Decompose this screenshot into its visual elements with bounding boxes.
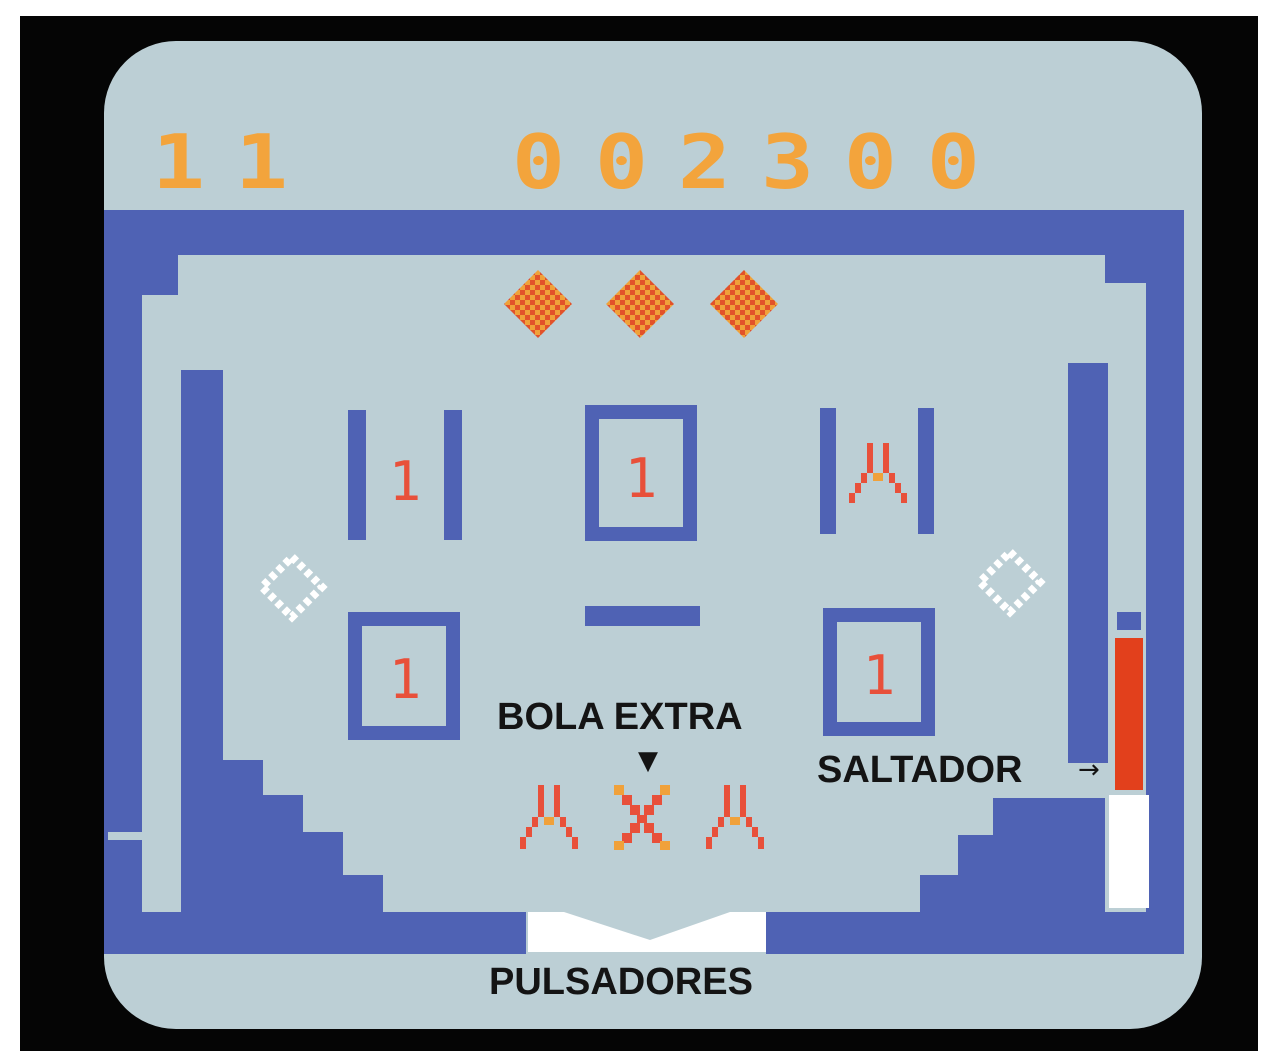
target-bottom-right-value: 1 [862, 644, 896, 707]
left-kicker-diamond [256, 551, 328, 623]
plunger-arrow: → [1078, 755, 1100, 785]
left-flipper[interactable] [528, 912, 650, 952]
center-bumper-bar [585, 606, 700, 626]
rollover-right-bar [918, 408, 934, 534]
target-bottom-left-value: 1 [388, 648, 422, 711]
plunger[interactable] [1115, 638, 1143, 790]
rollover-target-icon [849, 443, 907, 503]
rollover-left-bar [820, 408, 836, 534]
extra-ball-arrow: ▼ [638, 746, 658, 776]
plunger-label: SALTADOR [817, 749, 1023, 791]
diamond-bumper-2 [606, 270, 674, 338]
diamond-bumper-1 [504, 270, 572, 338]
plunger-lane-top [1117, 612, 1141, 630]
target-right-bar [444, 410, 462, 540]
target-top-center-value: 1 [624, 447, 658, 510]
target-top-left-value: 1 [388, 450, 422, 513]
target-left-bar [348, 410, 366, 540]
lower-left-rollover-icon [520, 785, 578, 849]
right-kicker-diamond [974, 546, 1046, 618]
right-flipper[interactable] [650, 912, 766, 952]
plunger-lane-base [1109, 795, 1149, 908]
lower-right-rollover-icon [706, 785, 764, 849]
extra-ball-x-icon [614, 785, 670, 850]
extra-ball-label: BOLA EXTRA [497, 696, 743, 738]
diamond-bumper-3 [710, 270, 778, 338]
flippers-label: PULSADORES [489, 961, 753, 1003]
